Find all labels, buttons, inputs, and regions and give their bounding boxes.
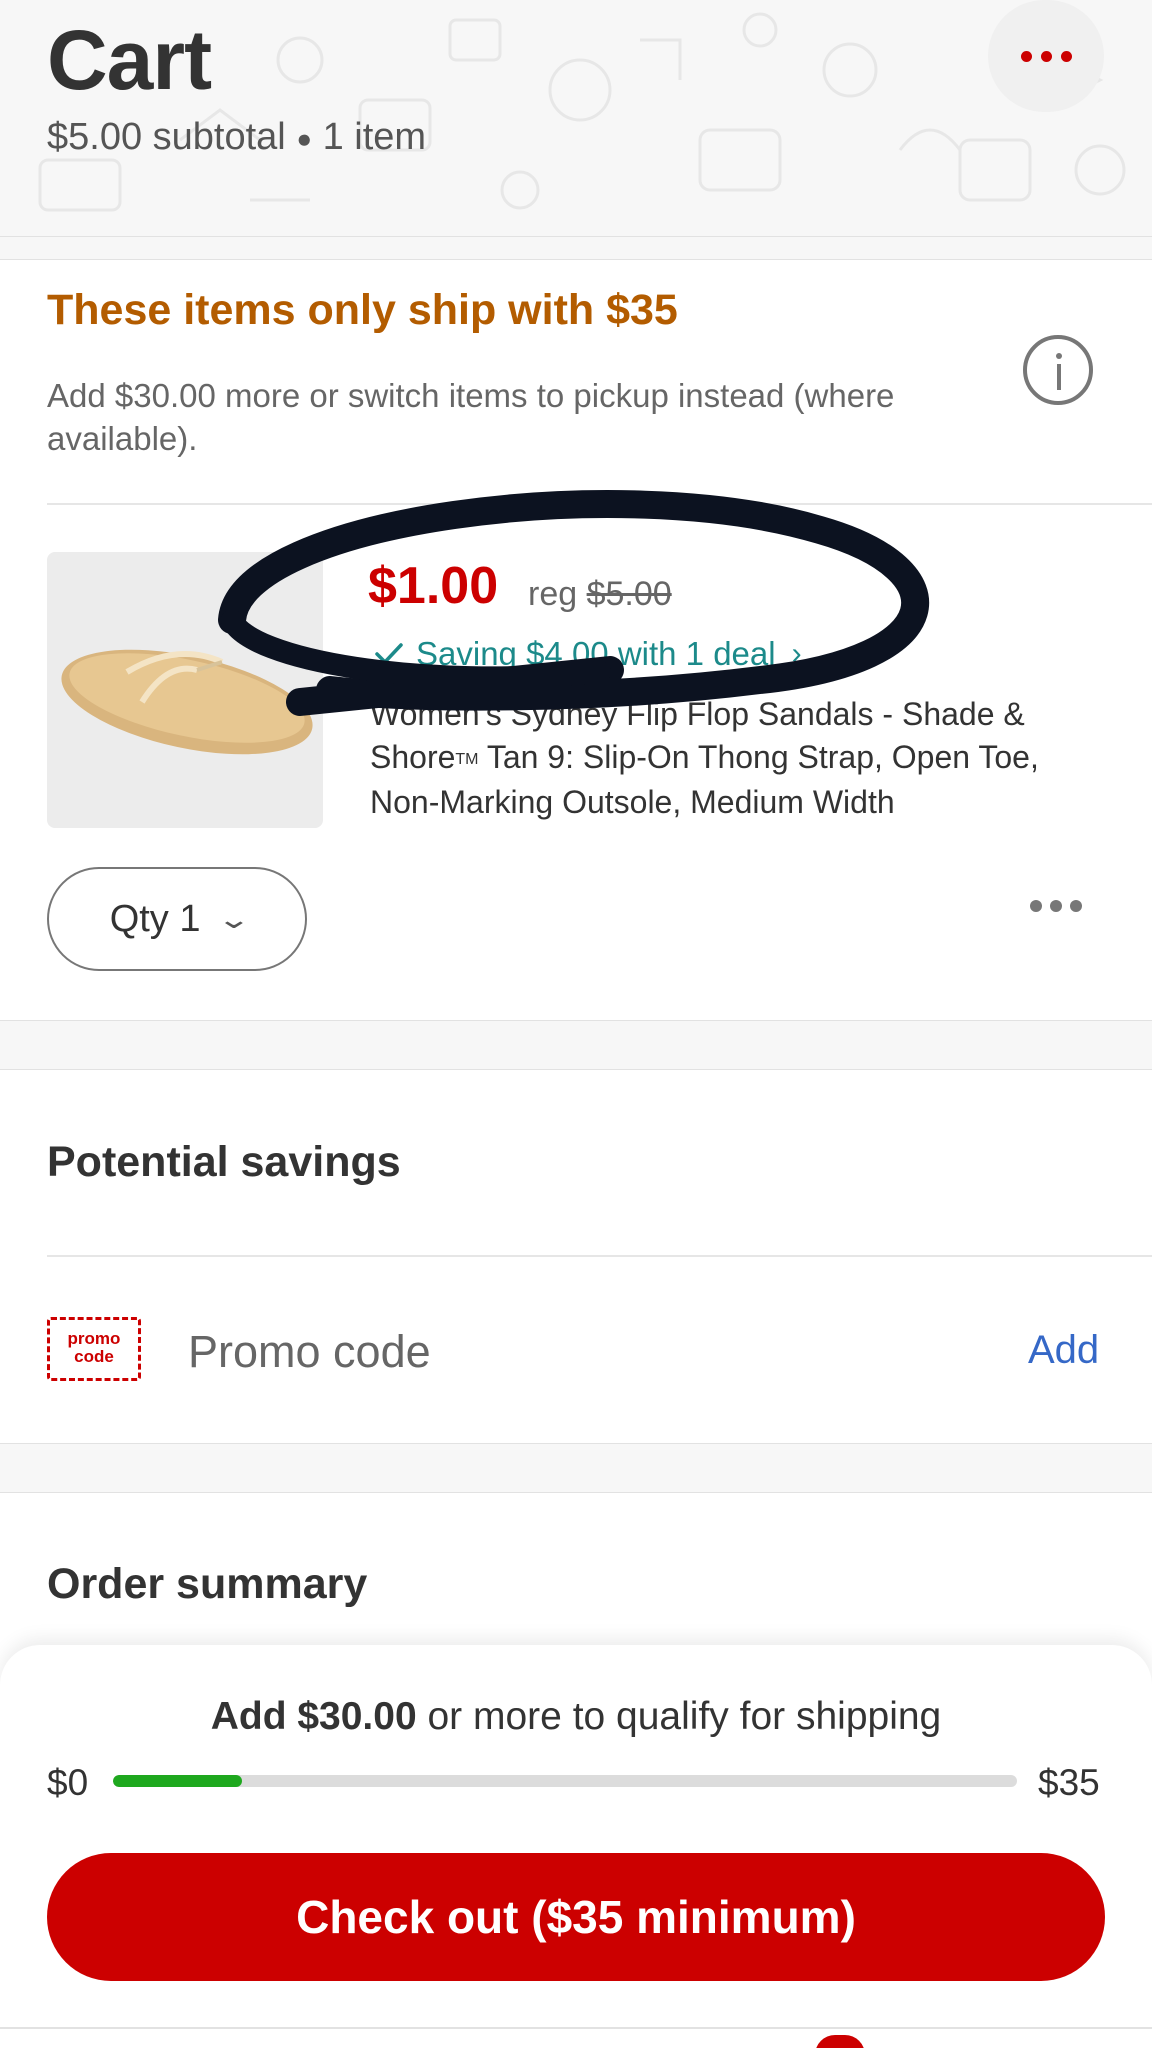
sale-price: $1.00 <box>368 557 499 615</box>
shipping-progress-fill <box>113 1775 243 1787</box>
quantity-label: Qty 1 <box>109 897 201 940</box>
subtotal-text: $5.00 subtotal <box>47 116 286 158</box>
promo-icon-line1: promo <box>67 1329 121 1348</box>
trademark: TM <box>455 751 479 769</box>
order-summary-heading: Order summary <box>47 1560 368 1608</box>
item-count: 1 item <box>322 116 427 158</box>
page-title: Cart <box>47 13 212 107</box>
tab-bar-divider <box>0 2027 1152 2029</box>
cart-header: Cart $5.00 subtotal ● 1 item <box>0 0 1152 236</box>
check-icon <box>375 643 403 664</box>
product-image[interactable] <box>47 552 323 828</box>
info-icon[interactable] <box>1023 335 1093 405</box>
promo-icon-line2: code <box>74 1347 114 1366</box>
divider <box>47 1255 1152 1257</box>
shipping-message-rest: or more to qualify for shipping <box>416 1695 942 1738</box>
item-more-button[interactable] <box>1030 900 1082 912</box>
potential-savings-heading: Potential savings <box>47 1138 401 1186</box>
chevron-right-icon: › <box>791 637 802 670</box>
reg-price-value: $5.00 <box>586 575 672 613</box>
ship-threshold-description: Add $30.00 more or switch items to picku… <box>47 377 895 457</box>
deal-link[interactable]: Saving $4.00 with 1 deal › <box>374 635 802 673</box>
promo-code-icon: promo code <box>47 1317 141 1381</box>
progress-min-label: $0 <box>47 1762 89 1803</box>
quantity-select[interactable]: Qty 1 ⌄ <box>47 867 307 971</box>
progress-max-label: $35 <box>1038 1762 1100 1803</box>
more-icon <box>1020 50 1072 62</box>
add-promo-button[interactable]: Add <box>1028 1328 1099 1373</box>
promo-code-label: Promo code <box>188 1326 431 1377</box>
shipping-amount-needed: Add $30.00 <box>210 1695 417 1738</box>
regular-price: reg $5.00 <box>528 575 672 614</box>
shipping-qualify-message: Add $30.00 or more to qualify for shippi… <box>0 1695 1152 1739</box>
deal-text: Saving $4.00 with 1 deal <box>416 635 776 672</box>
reg-label: reg <box>528 575 578 613</box>
section-divider <box>0 236 1152 260</box>
divider <box>47 503 1152 505</box>
product-name[interactable]: Women's Sydney Flip Flop Sandals - Shade… <box>370 693 1110 824</box>
chevron-down-icon: ⌄ <box>215 903 251 934</box>
section-divider <box>0 1020 1152 1070</box>
section-divider <box>0 1443 1152 1493</box>
sandal-image <box>61 649 313 755</box>
checkout-button[interactable]: Check out ($35 minimum) <box>47 1853 1105 1981</box>
shipping-progress-bar <box>113 1775 1017 1787</box>
bullet-separator: ● <box>296 123 313 154</box>
ship-threshold-heading: These items only ship with $35 <box>47 286 678 334</box>
cart-subtotal-line: $5.00 subtotal ● 1 item <box>47 116 426 159</box>
cart-more-button[interactable] <box>988 0 1104 112</box>
